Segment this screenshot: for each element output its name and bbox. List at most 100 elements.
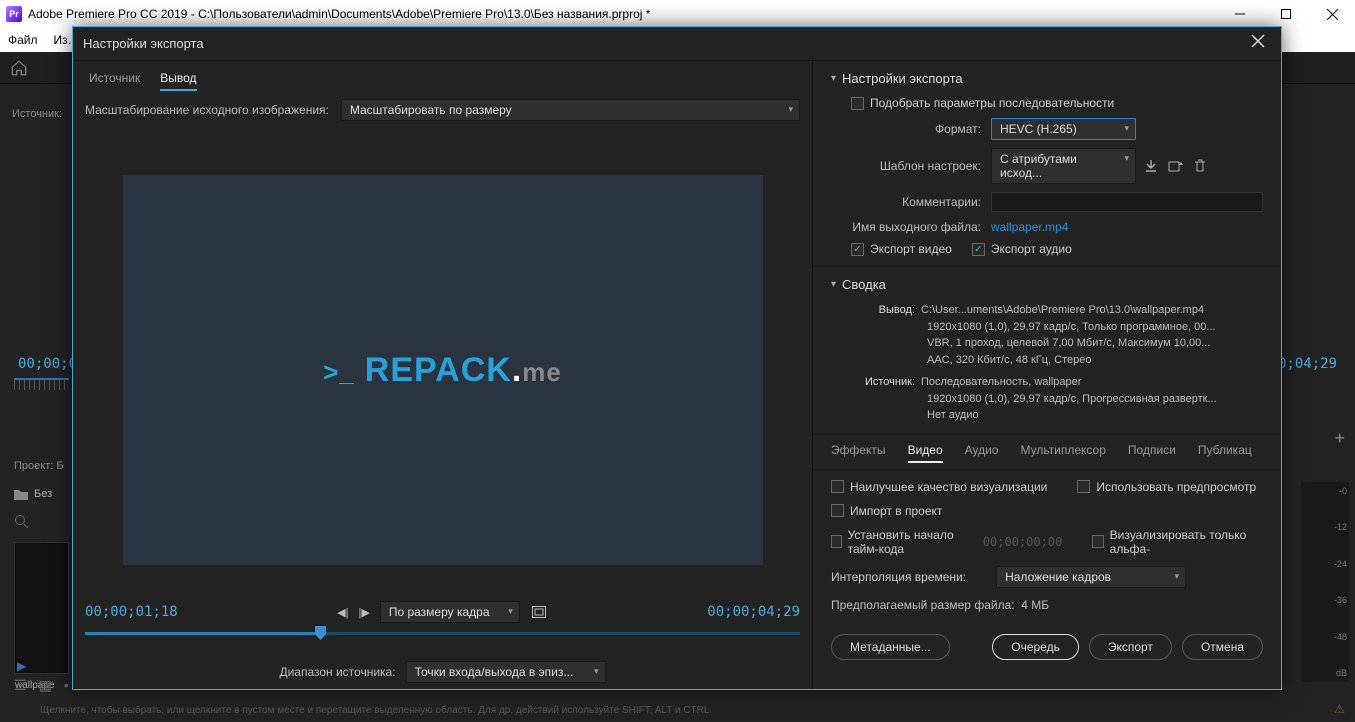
tab-video[interactable]: Видео [908, 443, 943, 463]
chevron-down-icon: ▾ [831, 73, 836, 84]
preview-canvas: >_REPACK.me [123, 175, 763, 565]
queue-button[interactable]: Очередь [992, 634, 1079, 660]
fit-dropdown[interactable]: По размеру кадра▾ [380, 601, 520, 623]
preset-label: Шаблон настроек: [851, 159, 991, 173]
list-view-icon[interactable]: ☰ [14, 677, 27, 694]
time-interpolation-label: Интерполяция времени: [831, 570, 966, 584]
chevron-down-icon: ▾ [1124, 123, 1129, 134]
export-video-checkbox[interactable]: Экспорт видео [851, 242, 952, 256]
summary-line: 1920x1080 (1,0), 29,97 кадр/с, Прогресси… [851, 391, 1263, 408]
scale-label: Масштабирование исходного изображения: [85, 103, 329, 117]
tab-audio[interactable]: Аудио [965, 443, 999, 463]
export-settings-dialog: Настройки экспорта Источник Вывод Масшта… [72, 26, 1282, 690]
titlebar: Pr Adobe Premiere Pro CC 2019 - C:\Польз… [0, 0, 1355, 28]
bg-timecode-right: 0;04;29 [1278, 356, 1337, 372]
chevron-down-icon: ▾ [1175, 571, 1180, 582]
dialog-title: Настройки экспорта [83, 36, 204, 51]
bg-source-label: Источник: [12, 108, 62, 120]
estimated-size-label: Предполагаемый размер файла: [831, 598, 1015, 612]
chevron-down-icon: ▾ [831, 279, 836, 290]
set-start-timecode-checkbox[interactable]: Установить начало тайм-кода 00;00;00;00 [831, 528, 1062, 556]
timecode-out[interactable]: 00;00;04;29 [707, 604, 800, 620]
start-timecode-value: 00;00;00;00 [983, 535, 1062, 549]
menu-file[interactable]: Файл [8, 33, 38, 47]
output-name-label: Имя выходного файла: [851, 220, 991, 234]
bg-time-ruler[interactable] [14, 378, 69, 390]
output-filename-link[interactable]: wallpaper.mp4 [991, 220, 1068, 234]
import-into-project-checkbox[interactable]: Импорт в проект [831, 504, 1263, 518]
bg-bin-row[interactable]: Без [14, 488, 52, 500]
tab-effects[interactable]: Эффекты [831, 443, 886, 463]
grid-view-icon[interactable]: ▦ [39, 677, 52, 694]
plus-icon[interactable]: + [1334, 428, 1345, 449]
max-render-quality-checkbox[interactable]: Наилучшее качество визуализации [831, 480, 1047, 494]
timecode-in[interactable]: 00;00;01;18 [85, 604, 178, 620]
bg-project-label: Проект: Б [14, 460, 64, 472]
chevron-down-icon: ▾ [1124, 153, 1129, 164]
comments-input[interactable] [991, 192, 1263, 212]
meter-tick: -0 [1339, 486, 1347, 496]
play-icon: ▶ [17, 659, 29, 671]
prev-frame-button[interactable]: ◀| [337, 606, 348, 619]
render-alpha-only-checkbox[interactable]: Визуализировать только альфа- [1092, 528, 1263, 556]
tab-captions[interactable]: Подписи [1128, 443, 1176, 463]
chevron-down-icon: ▾ [788, 104, 793, 115]
aspect-ratio-icon[interactable] [530, 603, 548, 621]
maximize-button[interactable] [1263, 0, 1309, 28]
bg-timecode-left: 00;00;0 [18, 356, 77, 372]
window-title: Adobe Premiere Pro CC 2019 - C:\Пользова… [28, 7, 650, 21]
time-interpolation-dropdown[interactable]: Наложение кадров▾ [996, 566, 1186, 588]
next-frame-button[interactable]: |▶ [359, 606, 370, 619]
bg-clip-thumbnail[interactable]: ▶ wallpape [14, 542, 69, 674]
summary-header[interactable]: ▾Сводка [831, 277, 1263, 292]
minimize-button[interactable] [1217, 0, 1263, 28]
use-previews-checkbox[interactable]: Использовать предпросмотр [1077, 480, 1256, 494]
search-icon[interactable] [14, 514, 28, 528]
delete-preset-icon[interactable] [1194, 159, 1206, 173]
timeline-scrubber[interactable] [85, 627, 800, 641]
source-range-label: Диапазон источника: [279, 665, 395, 679]
save-preset-icon[interactable] [1144, 159, 1158, 173]
playhead[interactable] [315, 626, 326, 640]
chevron-down-icon: ▾ [508, 606, 513, 617]
export-button[interactable]: Экспорт [1089, 634, 1172, 660]
cancel-button[interactable]: Отмена [1182, 634, 1263, 660]
meter-tick: -48 [1334, 632, 1347, 642]
meter-tick: dB [1336, 668, 1347, 678]
preview-logo: >_REPACK.me [323, 351, 562, 390]
meter-tick: -24 [1334, 559, 1347, 569]
preset-dropdown[interactable]: С атрибутами исход...▾ [991, 148, 1136, 184]
summary-output-label: Вывод: [851, 302, 921, 319]
comments-label: Комментарии: [851, 195, 991, 209]
home-icon[interactable] [10, 59, 28, 77]
meter-tick: -12 [1334, 522, 1347, 532]
match-sequence-checkbox[interactable]: Подобрать параметры последовательности [851, 96, 1263, 110]
metadata-button[interactable]: Метаданные... [831, 634, 950, 660]
close-button[interactable] [1309, 0, 1355, 28]
import-preset-icon[interactable] [1168, 159, 1184, 173]
export-audio-checkbox[interactable]: Экспорт аудио [972, 242, 1072, 256]
estimated-size-value: 4 МБ [1021, 598, 1049, 612]
folder-icon [14, 489, 28, 500]
warning-icon[interactable]: ⚠ [1334, 702, 1345, 716]
summary-line: AAC, 320 Кбит/с, 48 кГц, Стерео [851, 352, 1263, 369]
tab-source[interactable]: Источник [89, 71, 140, 91]
tab-output[interactable]: Вывод [160, 71, 196, 91]
format-dropdown[interactable]: HEVC (H.265)▾ [991, 118, 1136, 140]
tab-publish[interactable]: Публикац [1198, 443, 1252, 463]
tab-multiplexer[interactable]: Мультиплексор [1020, 443, 1105, 463]
chevron-down-icon: ▾ [594, 666, 599, 677]
bg-hint-text: Щелкните, чтобы выбрать, или щелкните в … [40, 705, 712, 716]
sort-icon[interactable]: • [64, 677, 69, 694]
app-icon: Pr [6, 6, 22, 22]
summary-line: 1920x1080 (1,0), 29,97 кадр/с, Только пр… [851, 319, 1263, 336]
summary-line: Последовательность, wallpaper [921, 376, 1081, 388]
source-range-dropdown[interactable]: Точки входа/выхода в эпиз...▾ [406, 661, 606, 683]
preview-area: >_REPACK.me [73, 127, 812, 597]
export-settings-header[interactable]: ▾Настройки экспорта [831, 71, 1263, 86]
bg-bottom-icons: ☰ ▦ • [14, 677, 69, 694]
summary-line: C:\User...uments\Adobe\Premiere Pro\13.0… [921, 304, 1204, 316]
dialog-close-button[interactable] [1251, 34, 1271, 54]
scale-dropdown[interactable]: Масштабировать по размеру▾ [341, 99, 800, 121]
bg-bin-label: Без [34, 488, 52, 500]
